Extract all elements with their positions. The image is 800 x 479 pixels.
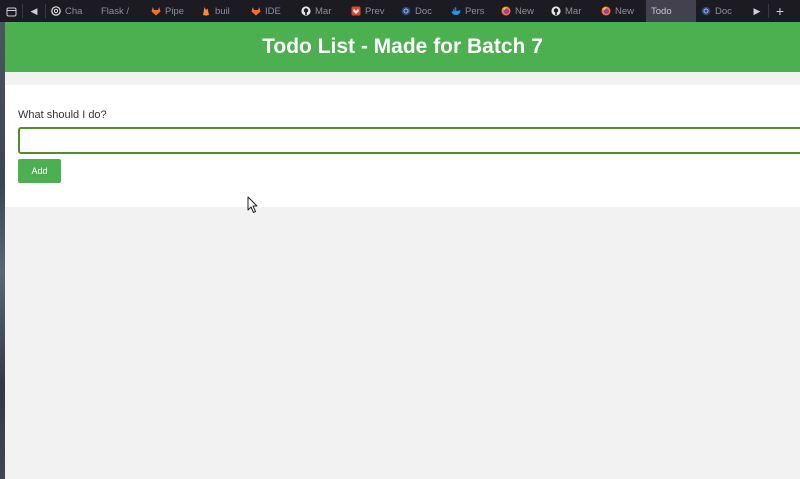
browser-tab[interactable]: Doc — [696, 0, 746, 22]
tab-label: IDE — [265, 5, 281, 17]
browser-tab-bar: ◀ Cha Flask / Pipe buil IDE Mar Prev Doc Pers New… — [0, 0, 800, 22]
todo-page: Todo List - Made for Batch 7 What should… — [5, 22, 800, 479]
browser-tab[interactable]: Todo — [646, 0, 696, 22]
mouse-cursor-icon — [247, 196, 258, 213]
todo-input[interactable] — [18, 127, 800, 154]
tab-overview-button[interactable] — [0, 0, 22, 22]
tab-strip: Cha Flask / Pipe buil IDE Mar Prev Doc Pers New Ma… — [46, 0, 746, 22]
gitlab-icon — [151, 6, 161, 16]
new-tab-button[interactable]: + — [769, 0, 791, 22]
browser-tab[interactable]: Flask / — [96, 0, 146, 22]
github-icon — [301, 6, 311, 16]
openai-icon — [51, 6, 61, 16]
browser-tab[interactable]: Prev — [346, 0, 396, 22]
browser-tab[interactable]: New — [496, 0, 546, 22]
browser-tab[interactable]: Pers — [446, 0, 496, 22]
tab-label: Todo — [651, 5, 672, 17]
gitlab-orange-icon — [351, 6, 361, 16]
browser-tab[interactable]: Cha — [46, 0, 96, 22]
tab-label: New — [615, 5, 635, 17]
tab-list-icon — [6, 7, 16, 16]
browser-tab[interactable]: New — [596, 0, 646, 22]
docs-icon — [401, 6, 411, 16]
firefox-icon — [601, 6, 611, 16]
plus-icon: + — [775, 3, 785, 19]
browser-tab[interactable]: Doc — [396, 0, 446, 22]
app-header: Todo List - Made for Batch 7 — [5, 22, 800, 72]
add-button[interactable]: Add — [18, 159, 61, 183]
browser-tab[interactable]: Pipe — [146, 0, 196, 22]
browser-tab[interactable]: buil — [196, 0, 246, 22]
scroll-tabs-right-button[interactable]: ▶ — [746, 0, 768, 22]
firebase-icon — [201, 6, 211, 16]
tab-label: Mar — [315, 5, 332, 17]
tab-label: Prev — [365, 5, 385, 17]
scroll-tabs-left-button[interactable]: ◀ — [23, 0, 45, 22]
tab-label: Flask / — [101, 5, 129, 17]
tab-label: Cha — [65, 5, 83, 17]
browser-tab[interactable]: Mar — [296, 0, 346, 22]
browser-tab[interactable]: IDE — [246, 0, 296, 22]
firefox-icon — [501, 6, 511, 16]
docker-icon — [451, 6, 461, 16]
triangle-left-icon: ◀ — [30, 5, 38, 16]
tab-label: Pipe — [165, 5, 185, 17]
tab-label: Pers — [465, 5, 485, 17]
github-icon — [551, 6, 561, 16]
browser-tab[interactable]: Mar — [546, 0, 596, 22]
tab-label: Mar — [565, 5, 582, 17]
triangle-right-icon: ▶ — [753, 5, 761, 16]
todo-form-card: What should I do? Add — [5, 85, 800, 207]
todo-input-label: What should I do? — [18, 109, 107, 121]
tab-label: buil — [215, 5, 230, 17]
tab-label: Doc — [715, 5, 732, 17]
docs-icon — [701, 6, 711, 16]
tab-label: Doc — [415, 5, 432, 17]
tab-label: New — [515, 5, 535, 17]
gitlab-icon — [251, 6, 261, 16]
page-title: Todo List - Made for Batch 7 — [262, 35, 543, 58]
